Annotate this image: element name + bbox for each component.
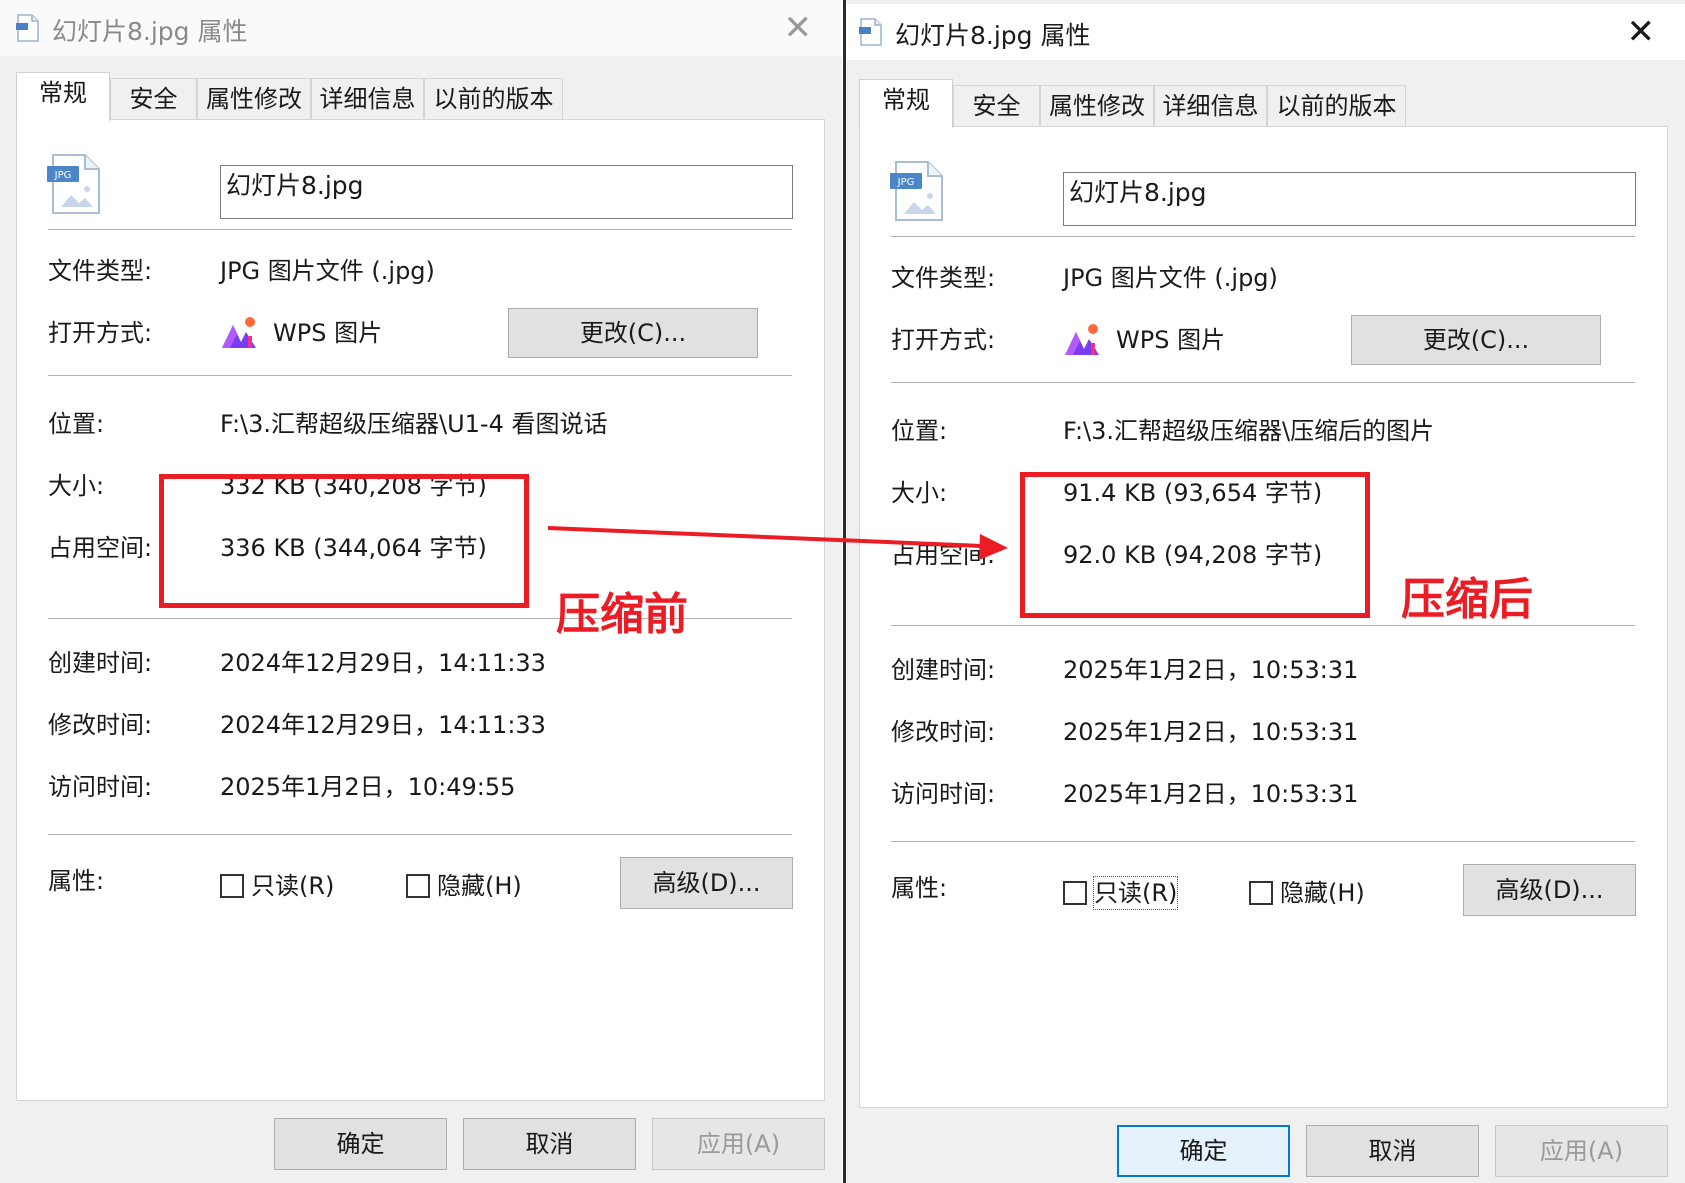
location-label: 位置: bbox=[48, 410, 105, 438]
advanced-button[interactable]: 高级(D)... bbox=[620, 857, 793, 909]
created-value: 2025年1月2日，10:53:31 bbox=[1063, 656, 1359, 684]
hidden-label[interactable]: 隐藏(H) bbox=[437, 870, 522, 902]
readonly-checkbox[interactable] bbox=[220, 874, 244, 898]
title-bar: 幻灯片8.jpg 属性 ✕ bbox=[0, 0, 842, 56]
accessed-value: 2025年1月2日，10:49:55 bbox=[220, 773, 516, 801]
size-on-disk-label: 占用空间: bbox=[891, 541, 996, 569]
tab-security[interactable]: 安全 bbox=[110, 78, 197, 120]
modified-value: 2024年12月29日，14:11:33 bbox=[220, 711, 546, 739]
location-value: F:\3.汇帮超级压缩器\压缩后的图片 bbox=[1063, 417, 1435, 445]
highlight-box-before bbox=[159, 474, 529, 608]
tab-strip: 常规 安全 属性修改 详细信息 以前的版本 bbox=[859, 79, 1659, 128]
close-icon[interactable]: ✕ bbox=[1627, 12, 1656, 52]
annotation-after: 压缩后 bbox=[1401, 574, 1533, 625]
size-label: 大小: bbox=[891, 479, 948, 507]
close-icon[interactable]: ✕ bbox=[784, 8, 813, 48]
advanced-button[interactable]: 高级(D)... bbox=[1463, 864, 1636, 916]
accessed-value: 2025年1月2日，10:53:31 bbox=[1063, 780, 1359, 808]
window-title: 幻灯片8.jpg 属性 bbox=[52, 17, 248, 46]
cancel-button[interactable]: 取消 bbox=[1306, 1125, 1479, 1177]
highlight-box-after bbox=[1020, 472, 1370, 618]
filename-input[interactable]: 幻灯片8.jpg bbox=[220, 165, 793, 219]
size-on-disk-label: 占用空间: bbox=[48, 534, 153, 562]
modified-value: 2025年1月2日，10:53:31 bbox=[1063, 718, 1359, 746]
divider bbox=[891, 236, 1635, 237]
divider bbox=[48, 834, 792, 835]
ok-button[interactable]: 确定 bbox=[1117, 1125, 1290, 1177]
readonly-label[interactable]: 只读(R) bbox=[251, 870, 334, 902]
modified-label: 修改时间: bbox=[48, 711, 153, 739]
jpg-file-icon: JPG bbox=[47, 154, 100, 214]
readonly-label[interactable]: 只读(R) bbox=[1092, 876, 1179, 910]
open-with-label: 打开方式: bbox=[891, 326, 996, 354]
location-label: 位置: bbox=[891, 417, 948, 445]
attributes-label: 属性: bbox=[48, 867, 105, 895]
tab-previous-versions[interactable]: 以前的版本 bbox=[424, 78, 563, 120]
annotation-before: 压缩前 bbox=[556, 589, 688, 640]
ok-button[interactable]: 确定 bbox=[274, 1118, 447, 1170]
hidden-checkbox[interactable] bbox=[1249, 881, 1273, 905]
tab-details[interactable]: 详细信息 bbox=[1154, 85, 1267, 127]
file-type-value: JPG 图片文件 (.jpg) bbox=[1063, 264, 1278, 292]
accessed-label: 访问时间: bbox=[891, 780, 996, 808]
open-with-label: 打开方式: bbox=[48, 319, 153, 347]
tab-attribute-edit[interactable]: 属性修改 bbox=[197, 78, 311, 120]
created-label: 创建时间: bbox=[891, 656, 996, 684]
file-type-label: 文件类型: bbox=[48, 257, 153, 285]
file-type-label: 文件类型: bbox=[891, 264, 996, 292]
change-button[interactable]: 更改(C)... bbox=[508, 308, 758, 358]
open-with-app: WPS 图片 bbox=[1116, 326, 1226, 354]
svg-text:JPG: JPG bbox=[54, 170, 72, 181]
size-label: 大小: bbox=[48, 472, 105, 500]
wps-pictures-icon bbox=[222, 317, 256, 348]
divider bbox=[891, 382, 1635, 383]
created-value: 2024年12月29日，14:11:33 bbox=[220, 649, 546, 677]
title-bar: 幻灯片8.jpg 属性 ✕ bbox=[843, 4, 1685, 60]
tab-security[interactable]: 安全 bbox=[953, 85, 1040, 127]
tab-general[interactable]: 常规 bbox=[16, 72, 110, 121]
jpg-file-icon bbox=[16, 14, 39, 42]
tab-general[interactable]: 常规 bbox=[859, 79, 953, 128]
accessed-label: 访问时间: bbox=[48, 773, 153, 801]
modified-label: 修改时间: bbox=[891, 718, 996, 746]
apply-button[interactable]: 应用(A) bbox=[652, 1118, 825, 1170]
apply-button[interactable]: 应用(A) bbox=[1495, 1125, 1668, 1177]
change-button[interactable]: 更改(C)... bbox=[1351, 315, 1601, 365]
tab-details[interactable]: 详细信息 bbox=[311, 78, 424, 120]
location-value: F:\3.汇帮超级压缩器\U1-4 看图说话 bbox=[220, 410, 608, 438]
created-label: 创建时间: bbox=[48, 649, 153, 677]
tab-attribute-edit[interactable]: 属性修改 bbox=[1040, 85, 1154, 127]
tab-strip: 常规 安全 属性修改 详细信息 以前的版本 bbox=[16, 72, 816, 121]
divider bbox=[48, 375, 792, 376]
divider bbox=[891, 841, 1635, 842]
attributes-label: 属性: bbox=[891, 874, 948, 902]
hidden-label[interactable]: 隐藏(H) bbox=[1280, 877, 1365, 909]
divider bbox=[891, 625, 1635, 626]
filename-input[interactable]: 幻灯片8.jpg bbox=[1063, 172, 1636, 226]
svg-text:JPG: JPG bbox=[897, 177, 915, 188]
tab-previous-versions[interactable]: 以前的版本 bbox=[1267, 85, 1406, 127]
general-panel: JPG 幻灯片8.jpg 文件类型: JPG 图片文件 (.jpg) 打开方式:… bbox=[16, 119, 825, 1101]
divider bbox=[48, 229, 792, 230]
jpg-file-icon: JPG bbox=[890, 161, 943, 221]
hidden-checkbox[interactable] bbox=[406, 874, 430, 898]
readonly-checkbox[interactable] bbox=[1063, 881, 1087, 905]
cancel-button[interactable]: 取消 bbox=[463, 1118, 636, 1170]
wps-pictures-icon bbox=[1065, 324, 1099, 355]
open-with-app: WPS 图片 bbox=[273, 319, 383, 347]
jpg-file-icon bbox=[859, 18, 882, 46]
file-type-value: JPG 图片文件 (.jpg) bbox=[220, 257, 435, 285]
window-title: 幻灯片8.jpg 属性 bbox=[895, 21, 1091, 50]
